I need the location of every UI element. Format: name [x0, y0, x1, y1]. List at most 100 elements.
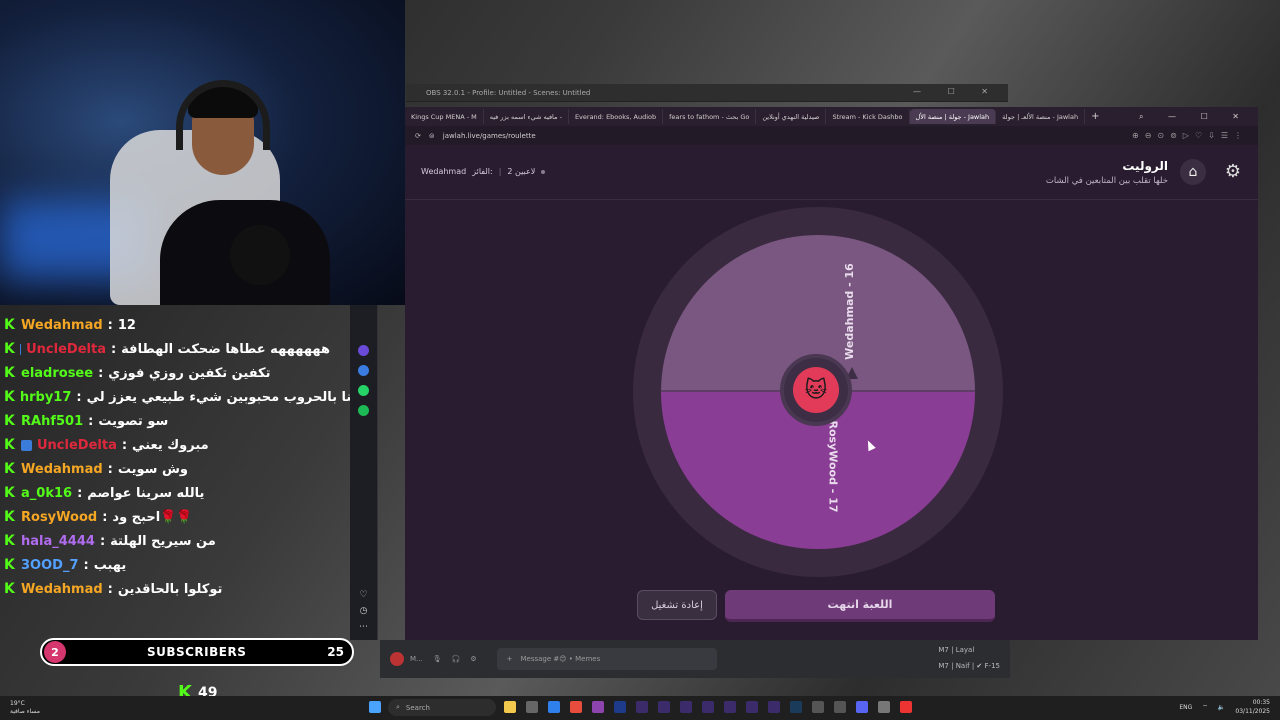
- url-field[interactable]: jawlah.live/games/roulette: [443, 132, 536, 140]
- kick-icon: K: [4, 581, 15, 597]
- messenger-icon[interactable]: [358, 365, 369, 376]
- wheel-center-logo: 🐱: [780, 354, 852, 426]
- chat-message: K Wedahmad: توكلوا بالحاقدين: [0, 577, 330, 601]
- kick-icon: K: [4, 461, 15, 477]
- whatsapp-icon[interactable]: [358, 385, 369, 396]
- tab-list: Kings Cup MENA - M مافيه شيء اسمه بزر فيه…: [405, 109, 1086, 124]
- page-subtitle: خلها تقلب بين المتابعين في الشات: [1045, 176, 1168, 186]
- subscribers-label: SUBSCRIBERS: [146, 645, 247, 659]
- chat-colon: :: [102, 509, 108, 525]
- avatar[interactable]: [390, 652, 404, 666]
- headset: [176, 80, 270, 150]
- kick-icon: K: [4, 485, 15, 501]
- chat-colon: :: [107, 317, 113, 333]
- taskbar-search[interactable]: ⌕ Search: [388, 699, 496, 716]
- reload-icon[interactable]: ⟳: [415, 132, 421, 140]
- window-controls[interactable]: — ☐ ✕: [913, 87, 1000, 96]
- system-tray: ENG ⌔ 🔈 00:35 03/11/2025: [1179, 698, 1270, 716]
- browser-tab[interactable]: جولة | منصة الأل - Jawlah: [909, 109, 997, 124]
- chat-username[interactable]: Wedahmad: [21, 462, 103, 477]
- app-icon[interactable]: [702, 701, 714, 713]
- chat-text: مبروك يعني: [132, 437, 209, 453]
- app-icon[interactable]: [834, 701, 846, 713]
- browser-tab[interactable]: صيدلية النهدي أونلاين: [756, 109, 827, 124]
- kick-icon: K: [4, 341, 15, 357]
- mic-icon[interactable]: 🎙: [433, 655, 442, 663]
- store-icon[interactable]: [526, 701, 538, 713]
- chat-username[interactable]: hrby17: [20, 390, 72, 405]
- app-icon[interactable]: [812, 701, 824, 713]
- vscode-icon[interactable]: [548, 701, 560, 713]
- message-input[interactable]: + Message #😊 • Memes: [496, 648, 717, 670]
- windows-start-icon[interactable]: [369, 701, 381, 713]
- browser-tab[interactable]: Stream - Kick Dashbo: [826, 109, 910, 124]
- chat-username[interactable]: UncleDelta: [26, 342, 106, 357]
- status-dot: [541, 169, 546, 174]
- game-over-button[interactable]: اللعبة انتهت: [725, 590, 995, 622]
- chat-message: Keladrosee: تكفين تكفين روزي فوزي: [0, 361, 330, 385]
- roulette-page: ⚙ ⌂ الروليت خلها تقلب بين المتابعين في ا…: [405, 145, 1258, 640]
- file-explorer-icon[interactable]: [504, 701, 516, 713]
- wifi-icon[interactable]: ⌔: [1202, 703, 1208, 711]
- photoshop-icon[interactable]: [614, 701, 626, 713]
- app-icon[interactable]: [658, 701, 670, 713]
- chat-username[interactable]: UncleDelta: [37, 438, 117, 453]
- member-item[interactable]: M7 | Naif | ✔ F-15: [938, 658, 1000, 674]
- message-placeholder: Message #😊 • Memes: [520, 655, 601, 663]
- media-encoder-icon[interactable]: [724, 701, 736, 713]
- game-status: Wedahmad الفائز: | 2 لاعبين: [421, 167, 546, 176]
- discord-icon[interactable]: [856, 701, 868, 713]
- chat-username[interactable]: a_0k16: [21, 486, 72, 501]
- clock-date: 03/11/2025: [1235, 708, 1270, 715]
- home-button[interactable]: ⌂: [1180, 159, 1206, 185]
- language-indicator[interactable]: ENG: [1179, 704, 1192, 711]
- cat-logo-icon: 🐱: [793, 367, 839, 413]
- browser-tab[interactable]: مافيه شيء اسمه بزر فيه -: [484, 109, 569, 124]
- headset-icon[interactable]: 🎧: [452, 655, 461, 663]
- browser-tab[interactable]: Everand: Ebooks, Audiob: [569, 109, 664, 124]
- toolbar-icons[interactable]: ⊕⊖⊙⊚▷♡⇩☰⋮: [1132, 131, 1258, 140]
- segment-b-label: RosyWood - 17: [826, 420, 840, 513]
- chat-username[interactable]: hala_4444: [21, 534, 95, 549]
- chat-username[interactable]: eladrosee: [21, 366, 93, 381]
- brave-icon[interactable]: [570, 701, 582, 713]
- roulette-wheel[interactable]: Wedahmad - 16 RosyWood - 17 🐱: [633, 207, 1003, 577]
- member-item[interactable]: M7 | Layal: [938, 642, 1000, 658]
- chat-username[interactable]: 3OOD_7: [21, 558, 78, 573]
- spotify-icon[interactable]: [358, 405, 369, 416]
- chat-text: يالله سرينا عواصم: [87, 485, 205, 501]
- settings-icon[interactable]: ⚙: [470, 655, 476, 663]
- history-icon[interactable]: ◷: [358, 606, 369, 617]
- gear-icon[interactable]: ⚙: [1222, 161, 1244, 183]
- app-icon[interactable]: [358, 345, 369, 356]
- after-effects-icon[interactable]: [636, 701, 648, 713]
- site-info-icon[interactable]: ⊜: [429, 132, 435, 140]
- chat-username[interactable]: Wedahmad: [21, 318, 103, 333]
- app-icon[interactable]: [680, 701, 692, 713]
- chat-username[interactable]: RAhf501: [21, 414, 83, 429]
- clock[interactable]: 00:35 03/11/2025: [1235, 698, 1270, 716]
- chat-username[interactable]: Wedahmad: [21, 582, 103, 597]
- volume-icon[interactable]: 🔈: [1218, 704, 1225, 711]
- new-tab-button[interactable]: +: [1085, 111, 1105, 122]
- app-icon[interactable]: [746, 701, 758, 713]
- browser-tab[interactable]: Kings Cup MENA - M: [405, 109, 484, 124]
- app-icon[interactable]: [878, 701, 890, 713]
- audition-icon[interactable]: [790, 701, 802, 713]
- replay-button[interactable]: إعادة تشغيل: [637, 590, 717, 620]
- add-icon[interactable]: +: [507, 655, 513, 663]
- premiere-icon[interactable]: [768, 701, 780, 713]
- opera-icon[interactable]: [900, 701, 912, 713]
- chat-message: K 3OOD_7: يهبب: [0, 553, 330, 577]
- chat-username[interactable]: RosyWood: [21, 510, 97, 525]
- chat-colon: :: [107, 581, 113, 597]
- more-icon[interactable]: ⋯: [358, 622, 369, 633]
- window-controls[interactable]: ⌕ — ☐ ✕: [1139, 112, 1258, 122]
- heart-icon[interactable]: ♡: [358, 590, 369, 601]
- browser-tab[interactable]: منصة الألعـ | جولة - Jawlah: [996, 109, 1086, 124]
- chat-text: ههههههه عطاها ضحكت الهطافة: [121, 341, 330, 357]
- browser-tab[interactable]: fears to fathom - بحث Go: [663, 109, 757, 124]
- visual-studio-icon[interactable]: [592, 701, 604, 713]
- weather-widget[interactable]: 19°C مساء صافية: [10, 700, 40, 716]
- chat-message: K RAhf501: سو تصويت: [0, 409, 330, 433]
